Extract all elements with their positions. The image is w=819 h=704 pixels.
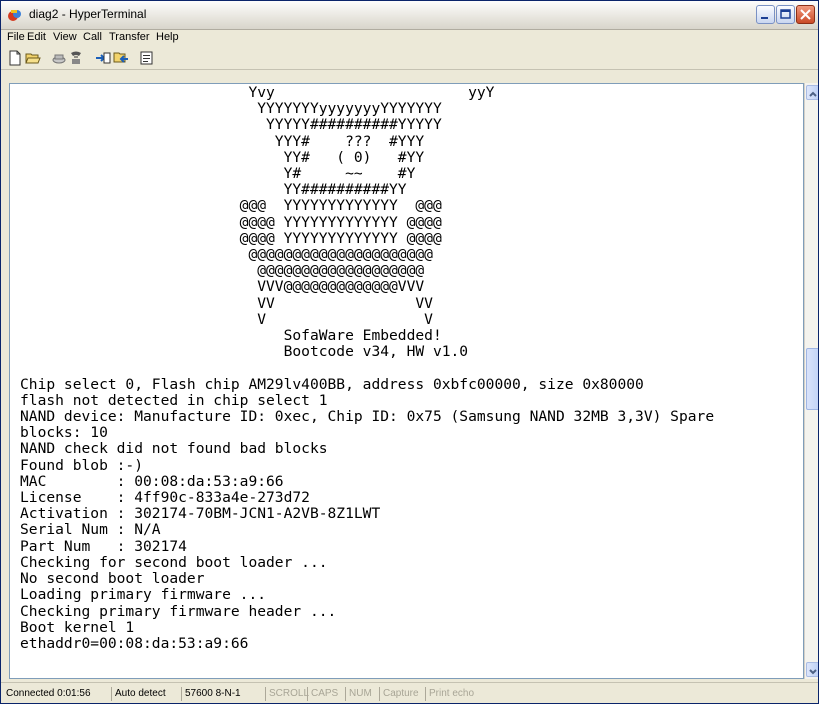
dial-icon[interactable] bbox=[68, 50, 84, 66]
hyperterminal-app-icon bbox=[8, 10, 21, 21]
open-icon[interactable] bbox=[25, 50, 41, 66]
close-button[interactable] bbox=[796, 5, 815, 24]
new-icon[interactable] bbox=[7, 50, 23, 66]
menu-help[interactable]: Help bbox=[156, 31, 179, 43]
hyperterminal-window: diag2 - HyperTerminal File Edit View Cal… bbox=[0, 0, 819, 704]
status-caps: CAPS bbox=[307, 687, 343, 701]
properties-icon[interactable] bbox=[139, 50, 155, 66]
maximize-icon bbox=[780, 9, 791, 19]
window-title: diag2 - HyperTerminal bbox=[29, 7, 147, 21]
minimize-icon bbox=[761, 17, 768, 19]
chevron-up-icon bbox=[809, 91, 817, 97]
scroll-down-button[interactable] bbox=[806, 662, 818, 677]
status-settings: 57600 8-N-1 bbox=[181, 687, 259, 701]
menu-call[interactable]: Call bbox=[83, 31, 102, 43]
scroll-thumb[interactable] bbox=[806, 348, 818, 410]
title-bar[interactable]: diag2 - HyperTerminal bbox=[1, 1, 818, 30]
minimize-button[interactable] bbox=[756, 5, 775, 24]
status-scroll: SCROLL bbox=[265, 687, 309, 701]
terminal-output: Yvy yyY YYYYYYYyyyyyyyYYYYYYY YYYYY#####… bbox=[20, 84, 715, 652]
vertical-scrollbar[interactable] bbox=[804, 83, 818, 679]
terminal-screen[interactable]: Yvy yyY YYYYYYYyyyyyyyYYYYYYY YYYYY#####… bbox=[9, 83, 804, 679]
menu-edit[interactable]: Edit bbox=[27, 31, 46, 43]
status-capture: Capture bbox=[379, 687, 423, 701]
menu-bar: File Edit View Call Transfer Help bbox=[1, 29, 818, 47]
maximize-button[interactable] bbox=[776, 5, 795, 24]
menu-view[interactable]: View bbox=[53, 31, 77, 43]
scroll-up-button[interactable] bbox=[806, 85, 818, 100]
status-connected: Connected 0:01:56 bbox=[6, 688, 91, 699]
send-icon[interactable] bbox=[95, 50, 111, 66]
status-detect: Auto detect bbox=[111, 687, 178, 701]
chevron-down-icon bbox=[809, 669, 817, 675]
menu-file[interactable]: File bbox=[7, 31, 25, 43]
toolbar bbox=[1, 47, 818, 70]
status-num: NUM bbox=[345, 687, 375, 701]
status-print-echo: Print echo bbox=[425, 687, 485, 701]
menu-transfer[interactable]: Transfer bbox=[109, 31, 150, 43]
disconnect-icon[interactable] bbox=[51, 50, 67, 66]
status-bar: Connected 0:01:56 Auto detect 57600 8-N-… bbox=[1, 682, 818, 703]
receive-icon[interactable] bbox=[113, 50, 129, 66]
close-icon bbox=[800, 9, 811, 20]
